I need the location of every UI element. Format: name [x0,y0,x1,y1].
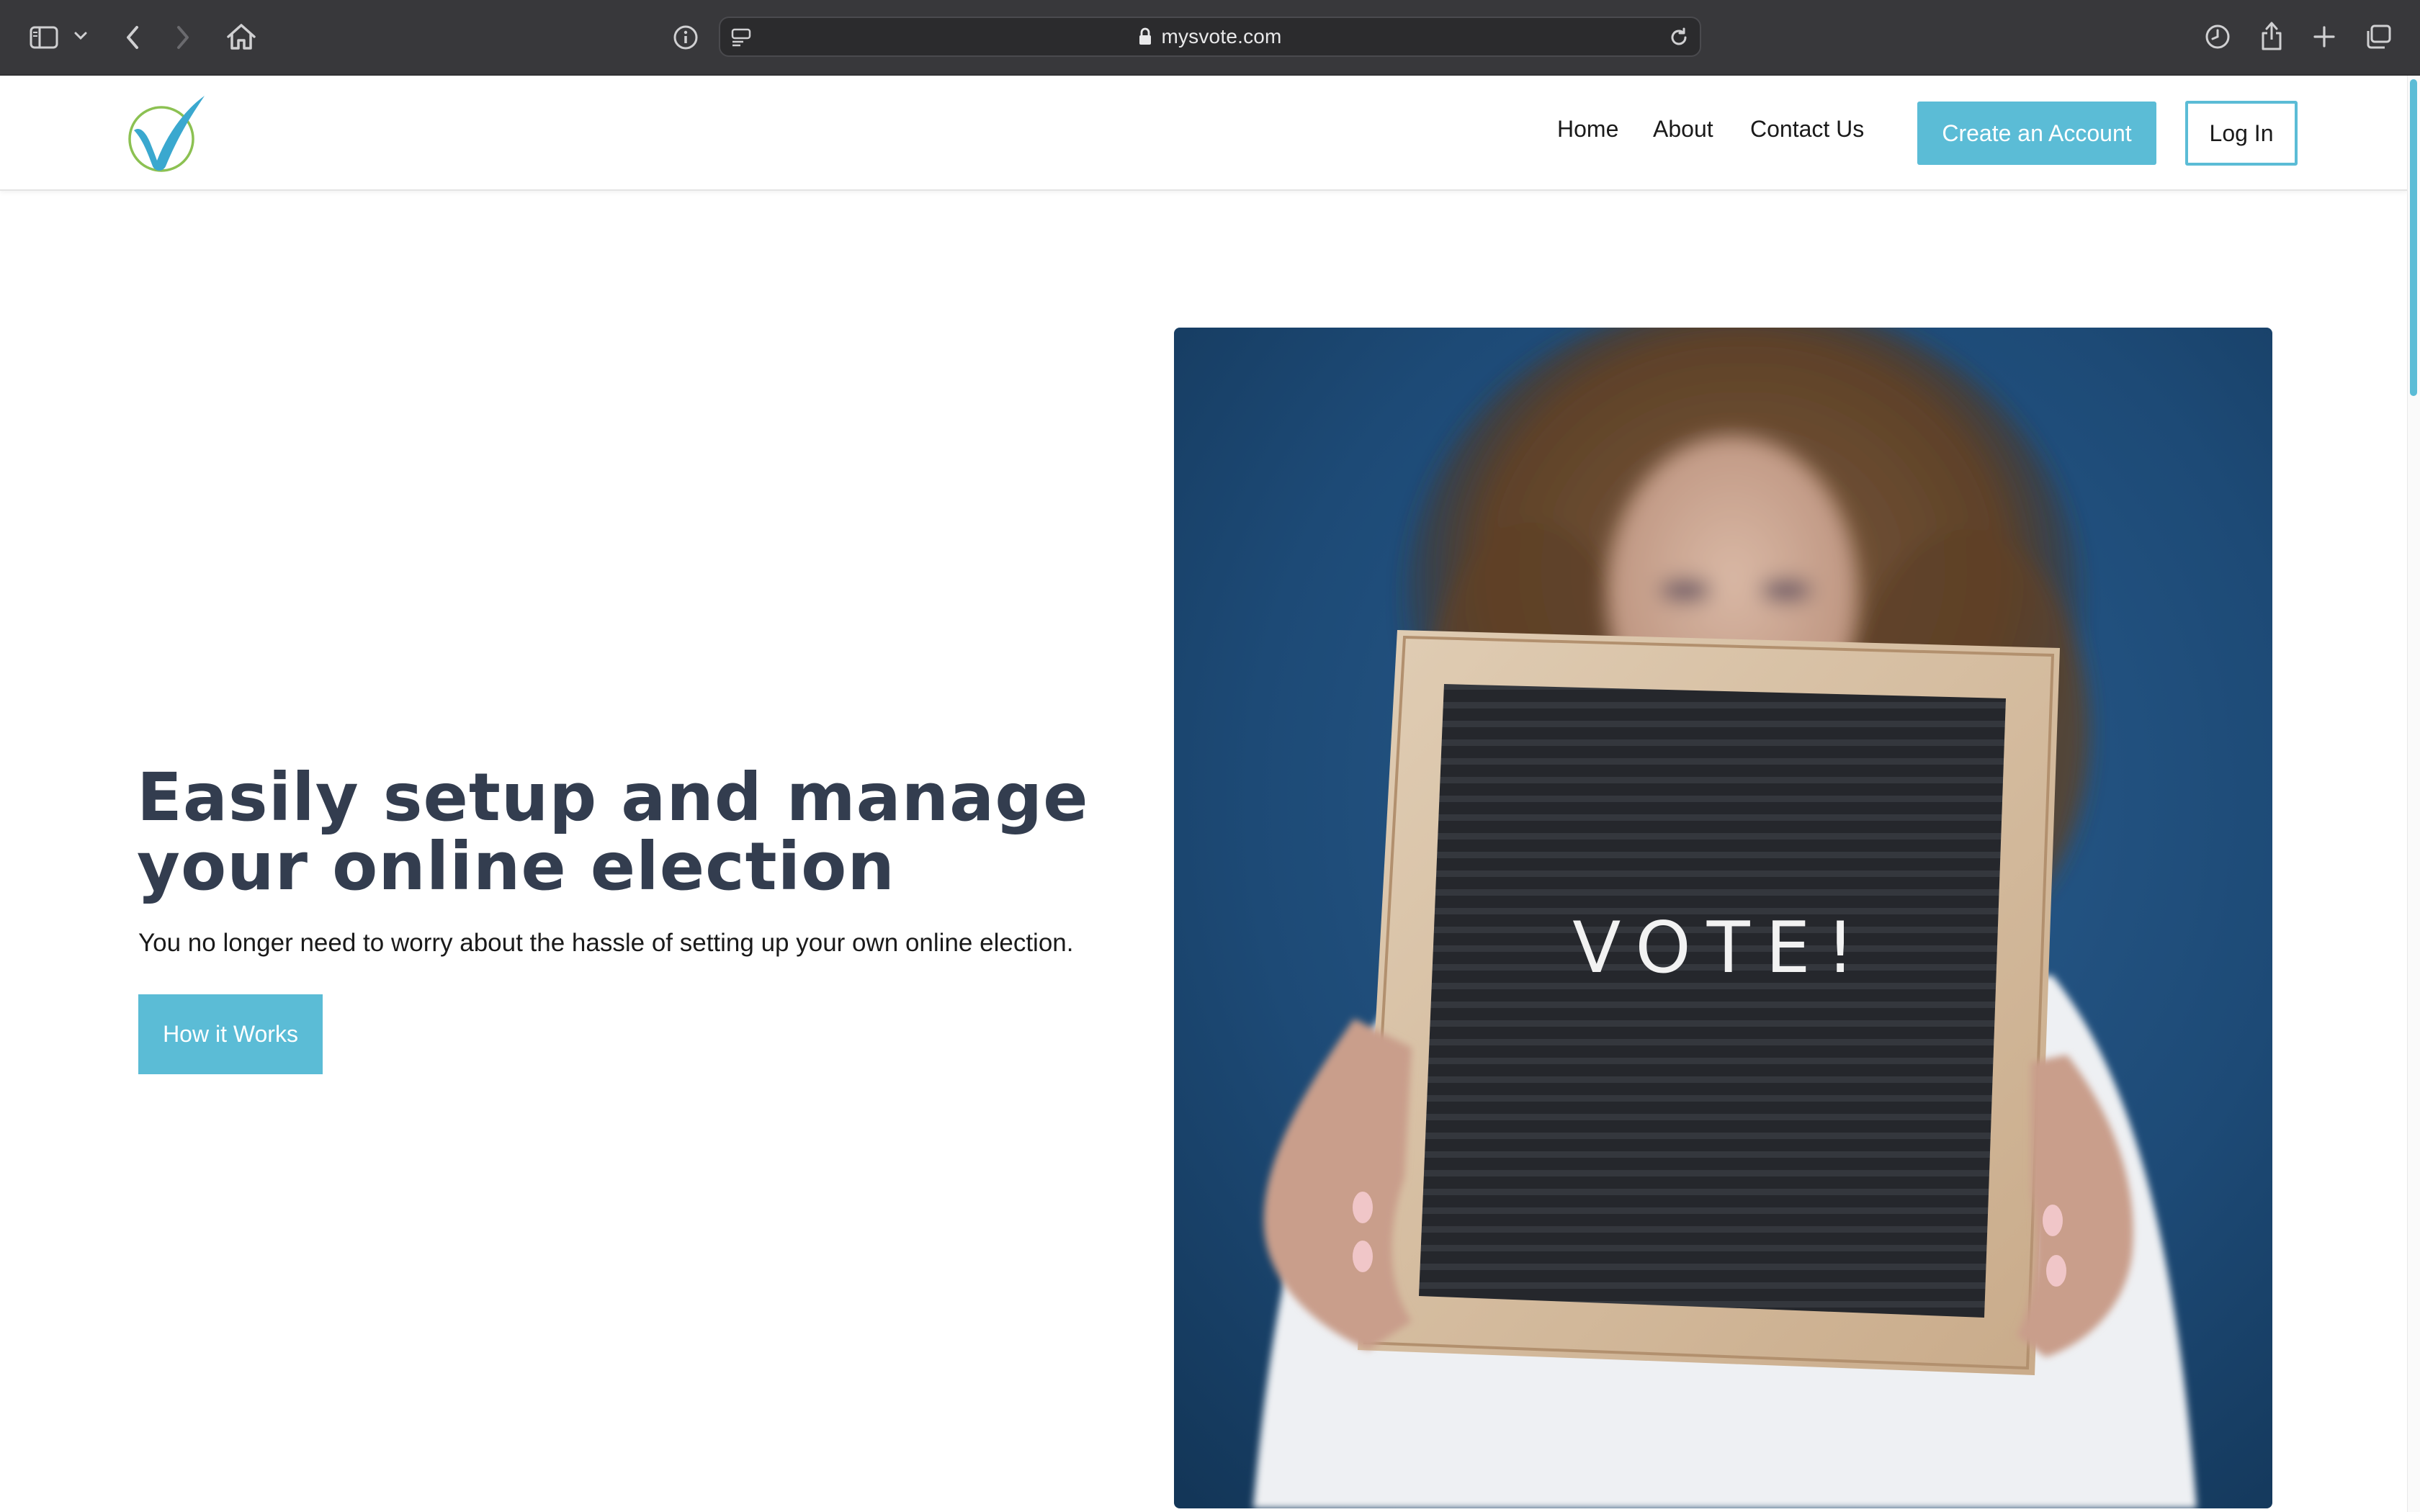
site-header: Home About Contact Us Create an Account … [0,76,2407,191]
hero-title: Easily setup and manage your online elec… [137,759,1089,905]
sidebar-toggle-icon[interactable] [27,22,60,53]
vote-board-text: VOTE! [1572,907,1870,989]
reload-icon[interactable] [1667,25,1691,50]
tab-overview-icon[interactable] [2362,22,2394,52]
browser-toolbar: mysvote.com [0,0,2420,76]
info-icon[interactable] [671,23,700,52]
hero-photo: VOTE! [1174,328,2272,1508]
url-text: mysvote.com [1161,25,1282,48]
nav-about-link[interactable]: About [1653,116,1713,143]
how-it-works-button[interactable]: How it Works [138,994,323,1074]
home-icon[interactable] [225,20,258,53]
login-button[interactable]: Log In [2185,101,2298,166]
scrollbar-thumb[interactable] [2410,79,2417,396]
back-arrow-icon[interactable] [120,22,145,53]
nav-home-link[interactable]: Home [1557,116,1618,143]
nav-contact-link[interactable]: Contact Us [1750,116,1864,143]
share-icon[interactable] [2256,19,2287,53]
create-account-button[interactable]: Create an Account [1917,102,2156,165]
chevron-down-icon[interactable] [72,27,89,45]
history-icon[interactable] [2202,22,2233,52]
plus-icon[interactable] [2309,22,2339,52]
hero-subtitle: You no longer need to worry about the ha… [138,929,1074,957]
lock-icon [1138,27,1152,46]
address-bar[interactable]: mysvote.com [719,17,1701,57]
checkmark-logo[interactable] [115,91,209,176]
forward-arrow-icon[interactable] [170,22,196,53]
